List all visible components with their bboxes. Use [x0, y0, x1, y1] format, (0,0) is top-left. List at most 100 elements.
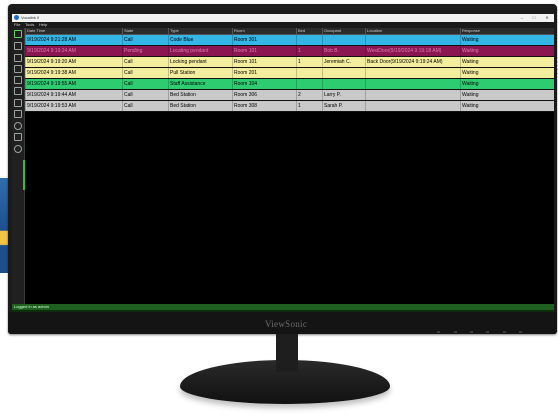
cell-bed: 1: [296, 57, 322, 67]
cell-state: Call: [122, 57, 168, 67]
cell-bed: [296, 79, 322, 89]
cell-occupant: [322, 68, 365, 78]
cell-bed: 1: [296, 101, 322, 111]
cell-occupant: [322, 35, 365, 45]
equalizer-icon[interactable]: [14, 133, 22, 141]
cell-occupant: Jeremiah C.: [322, 57, 365, 67]
cell-room: Room 101: [232, 46, 296, 56]
cell-room: Room 308: [232, 101, 296, 111]
table-row[interactable]: 9/19/2024 9:19:44 AM Call Bed Station Room …: [25, 90, 554, 101]
cell-response: Waiting: [460, 101, 554, 111]
cell-bed: 1: [296, 46, 322, 56]
cell-state: Call: [122, 101, 168, 111]
monitor-button: [454, 331, 457, 333]
cell-type: Code Blue: [168, 35, 232, 45]
window-titlebar: Vocalink II – □ ✕: [12, 14, 554, 22]
camera-icon[interactable]: [14, 87, 22, 95]
cell-room: Room 101: [232, 57, 296, 67]
cell-type: Bed Station: [168, 90, 232, 100]
cell-location: [365, 35, 460, 45]
cell-response: Waiting: [460, 57, 554, 67]
printer-icon[interactable]: [14, 54, 22, 62]
cell-occupant: Bob B.: [322, 46, 365, 56]
cell-type: Pull Station: [168, 68, 232, 78]
cell-date-time: 9/19/2024 9:19:44 AM: [25, 90, 122, 100]
monitor-power-button: [519, 331, 522, 333]
table-row[interactable]: 9/19/2024 9:21:28 AM Call Code Blue Room 30…: [25, 35, 554, 46]
monitor-button: [470, 331, 473, 333]
column-header-occupant[interactable]: Occupant: [322, 28, 365, 34]
column-header-location[interactable]: Location: [365, 28, 460, 34]
cell-location: Back Door(9/19/2024 9:19:24 AM): [365, 57, 460, 67]
back-icon[interactable]: [14, 30, 22, 38]
expand-icon[interactable]: [14, 42, 22, 50]
help-icon[interactable]: [14, 145, 22, 153]
table-header: Date Time State Type Room Bed Occupant L…: [25, 28, 554, 35]
column-header-type[interactable]: Type: [168, 28, 232, 34]
cell-type: Locating pendant: [168, 46, 232, 56]
cell-state: Pending: [122, 46, 168, 56]
cell-type: Locking pendant: [168, 57, 232, 67]
column-header-response[interactable]: Response: [460, 28, 554, 34]
cell-date-time: 9/19/2024 9:19:55 AM: [25, 79, 122, 89]
monitor-stand-neck: [276, 334, 298, 372]
cell-date-time: 9/19/2024 9:19:38 AM: [25, 68, 122, 78]
cell-type: Staff Assistance: [168, 79, 232, 89]
calls-table: Date Time State Type Room Bed Occupant L…: [25, 28, 554, 304]
cell-location: [365, 79, 460, 89]
clock-icon[interactable]: [14, 122, 22, 130]
send-icon[interactable]: [14, 99, 22, 107]
cell-response: Waiting: [460, 68, 554, 78]
monitor-button: [503, 331, 506, 333]
table-row[interactable]: 9/19/2024 9:19:55 AM Call Staff Assistance…: [25, 79, 554, 90]
grid-icon[interactable]: [14, 65, 22, 73]
column-header-state[interactable]: State: [122, 28, 168, 34]
cell-bed: [296, 35, 322, 45]
column-header-room[interactable]: Room: [232, 28, 296, 34]
cell-date-time: 9/19/2024 9:21:28 AM: [25, 35, 122, 45]
minimize-button[interactable]: –: [518, 14, 526, 22]
cell-type: Bed Station: [168, 101, 232, 111]
table-row[interactable]: 9/19/2024 9:19:38 AM Call Pull Station Room…: [25, 68, 554, 79]
cell-state: Call: [122, 90, 168, 100]
cell-response: Waiting: [460, 90, 554, 100]
table-row[interactable]: 9/19/2024 9:19:20 AM Call Locking pendant R…: [25, 57, 554, 68]
cell-room: Room 301: [232, 35, 296, 45]
cell-bed: [296, 68, 322, 78]
cell-location: [365, 68, 460, 78]
column-header-bed[interactable]: Bed: [296, 28, 322, 34]
cell-room: Room 104: [232, 79, 296, 89]
cell-bed: 2: [296, 90, 322, 100]
screen: Vocalink II – □ ✕ File Tools Help Date T…: [12, 14, 554, 312]
maximize-button[interactable]: □: [530, 14, 538, 22]
cell-state: Call: [122, 35, 168, 45]
status-divider: [12, 310, 554, 312]
cell-occupant: [322, 79, 365, 89]
cell-response: Waiting: [460, 46, 554, 56]
cell-date-time: 9/19/2024 9:19:20 AM: [25, 57, 122, 67]
cell-date-time: 9/19/2024 9:19:24 AM: [25, 46, 122, 56]
window-title: Vocalink II: [21, 15, 40, 20]
cell-occupant: Larry P.: [322, 90, 365, 100]
table-row[interactable]: 9/19/2024 9:19:24 AM Pending Locating pend…: [25, 46, 554, 57]
column-header-date-time[interactable]: Date Time: [25, 28, 122, 34]
volume-icon[interactable]: [14, 110, 22, 118]
monitor-button: [437, 331, 440, 333]
cell-room: Room 306: [232, 90, 296, 100]
close-button[interactable]: ✕: [543, 14, 551, 22]
monitor-button: [486, 331, 489, 333]
cell-location: WestDoor(9/19/2024 9:19:18 AM): [365, 46, 460, 56]
cell-location: [365, 101, 460, 111]
cell-date-time: 9/19/2024 9:19:53 AM: [25, 101, 122, 111]
app-icon: [14, 15, 19, 20]
cell-occupant: Sarah P.: [322, 101, 365, 111]
cell-response: Waiting: [460, 35, 554, 45]
cell-location: [365, 90, 460, 100]
table-row[interactable]: 9/19/2024 9:19:53 AM Call Bed Station Room …: [25, 101, 554, 112]
cell-room: Room 201: [232, 68, 296, 78]
cell-state: Call: [122, 79, 168, 89]
layout-icon[interactable]: [14, 76, 22, 84]
monitor-brand-logo: ViewSonic: [265, 319, 308, 329]
cell-state: Call: [122, 68, 168, 78]
cell-response: Waiting: [460, 79, 554, 89]
